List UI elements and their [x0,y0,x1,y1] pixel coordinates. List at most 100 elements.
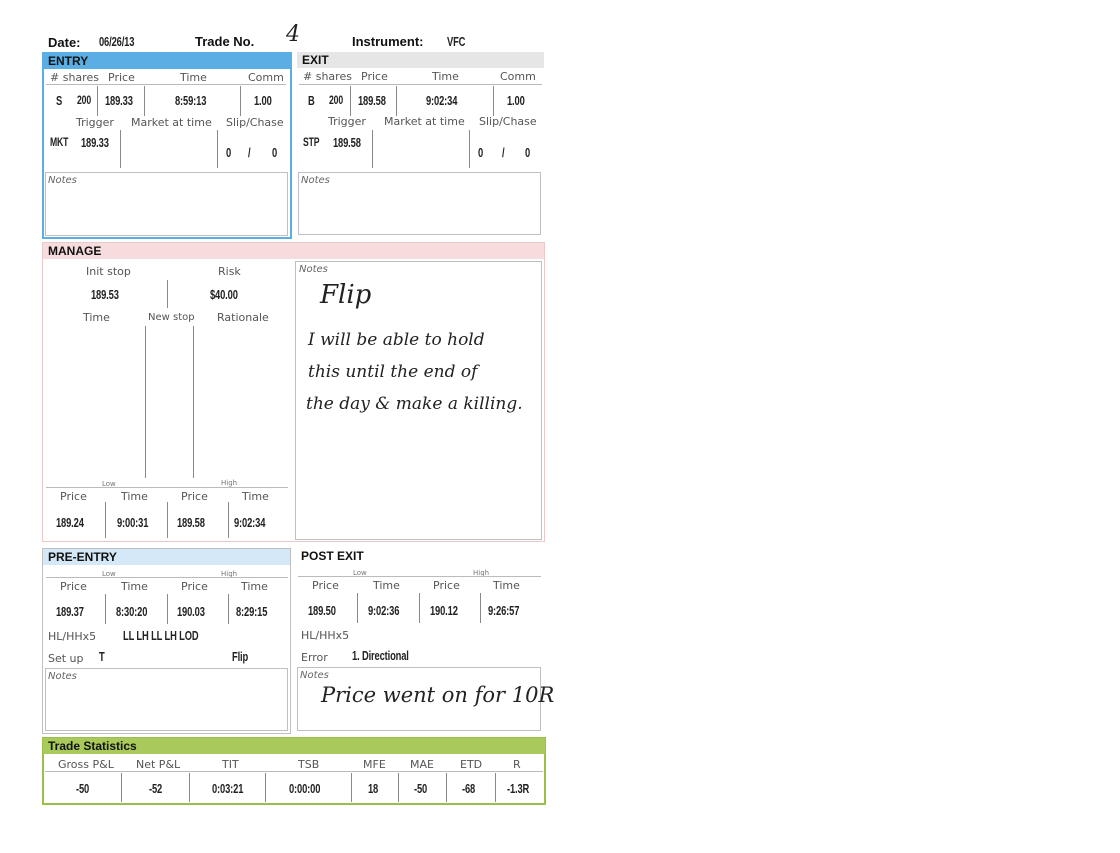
exit-col-price: Price [361,70,388,83]
post-exit-high-price: 190.12 [430,603,458,618]
exit-shares: 200 [329,93,343,107]
entry-title: ENTRY [43,53,291,69]
pre-entry-high-price-label: Price [181,580,208,593]
trade-no-value: 4 [286,22,300,47]
exit-col-comm: Comm [500,70,536,83]
entry-col-price: Price [108,71,135,84]
pre-entry-high-time: 8:29:15 [236,604,268,619]
manage-low-time-label: Time [121,490,148,503]
instrument-value: VFC [447,34,466,49]
exit-notes-label: Notes [301,175,330,186]
post-exit-low-price: 189.50 [308,603,336,618]
entry-market-label: Market at time [131,116,212,129]
entry-slip-label: Slip/Chase [226,116,284,129]
entry-notes-box[interactable] [45,172,288,236]
date-value: 06/26/13 [99,34,135,49]
exit-comm: 1.00 [507,93,525,108]
entry-slash: / [248,145,251,160]
stats-mae-value: -50 [414,781,428,796]
manage-note-line-3: this until the end of [308,362,478,382]
entry-col-time: Time [180,71,207,84]
exit-slash: / [502,145,505,160]
pre-entry-low-time: 8:30:20 [116,604,148,619]
manage-notes-label: Notes [299,264,328,275]
entry-chase: 0 [272,145,278,160]
post-exit-low-time-label: Time [373,579,400,592]
exit-title: EXIT [297,52,544,68]
date-label: Date: [48,35,81,50]
post-exit-low-time: 9:02:36 [368,603,400,618]
new-stop-label: New stop [148,312,195,323]
stats-col-mae: MAE [410,758,434,771]
setup-label: Set up [48,652,84,665]
entry-price: 189.33 [105,93,133,108]
stats-col-r: R [513,758,521,771]
manage-title: MANAGE [43,243,544,259]
stats-title: Trade Statistics [43,738,545,754]
entry-time: 8:59:13 [175,93,207,108]
entry-trigger-price: 189.33 [81,135,109,150]
stats-etd-value: -68 [462,781,476,796]
entry-side: S [56,93,63,108]
init-stop-label: Init stop [86,265,131,278]
exit-trigger-type: STP [303,135,320,149]
manage-high-time-label: Time [242,490,269,503]
pre-entry-high-time-label: Time [241,580,268,593]
entry-trigger-type: MKT [50,135,69,149]
stats-gross-value: -50 [76,781,90,796]
pre-entry-high-price: 190.03 [177,604,205,619]
post-exit-high-time: 9:26:57 [488,603,520,618]
entry-slip: 0 [226,145,232,160]
manage-high-price: 189.58 [177,515,205,530]
exit-trigger-price: 189.58 [333,135,361,150]
entry-col-shares: # shares [50,71,99,84]
pre-entry-low-price-label: Price [60,580,87,593]
stats-net-value: -52 [149,781,163,796]
risk-label: Risk [218,265,241,278]
manage-note-line-4: the day & make a killing. [306,394,523,414]
post-exit-note: Price went on for 10R [321,683,555,707]
pre-entry-hl-value: LL LH LL LH LOD [123,628,199,643]
trade-no-label: Trade No. [195,34,255,49]
exit-market-label: Market at time [384,115,465,128]
entry-shares: 200 [77,93,91,107]
error-value: 1. Directional [352,648,409,663]
entry-trigger-label: Trigger [76,116,114,129]
pre-entry-notes-label: Notes [48,671,77,682]
entry-comm: 1.00 [254,93,272,108]
post-exit-high-price-label: Price [433,579,460,592]
pre-entry-hl-label: HL/HHx5 [48,630,97,643]
stats-mfe-value: 18 [368,781,379,796]
exit-price: 189.58 [358,93,386,108]
exit-side: B [308,93,315,108]
manage-note-line-2: I will be able to hold [308,330,485,350]
rationale-label: Rationale [217,311,269,324]
post-exit-notes-label: Notes [300,670,329,681]
manage-note-line-1: Flip [320,280,372,310]
stats-col-etd: ETD [460,758,483,771]
manage-time-label: Time [83,311,110,324]
manage-low-price-label: Price [60,490,87,503]
setup-name: Flip [232,649,249,664]
stats-col-tit: TIT [222,758,239,771]
entry-col-comm: Comm [248,71,284,84]
pre-entry-notes-box[interactable] [45,668,288,731]
manage-high-price-label: Price [181,490,208,503]
post-exit-hl-label: HL/HHx5 [301,629,350,642]
exit-trigger-label: Trigger [328,115,366,128]
exit-slip: 0 [478,145,484,160]
stats-col-gross: Gross P&L [58,758,114,771]
stats-r-value: -1.3R [507,781,530,796]
init-stop-value: 189.53 [91,287,119,302]
stats-tsb-value: 0:00:00 [289,781,321,796]
entry-notes-label: Notes [48,175,77,186]
manage-high-label: High [221,479,238,487]
pre-entry-low-price: 189.37 [56,604,84,619]
risk-value: $40.00 [210,287,238,302]
post-exit-title: POST EXIT [296,548,543,564]
pre-entry-title: PRE-ENTRY [43,549,290,565]
setup-value: T [99,649,105,664]
manage-low-price: 189.24 [56,515,84,530]
exit-slip-label: Slip/Chase [479,115,537,128]
exit-notes-box[interactable] [298,172,541,235]
